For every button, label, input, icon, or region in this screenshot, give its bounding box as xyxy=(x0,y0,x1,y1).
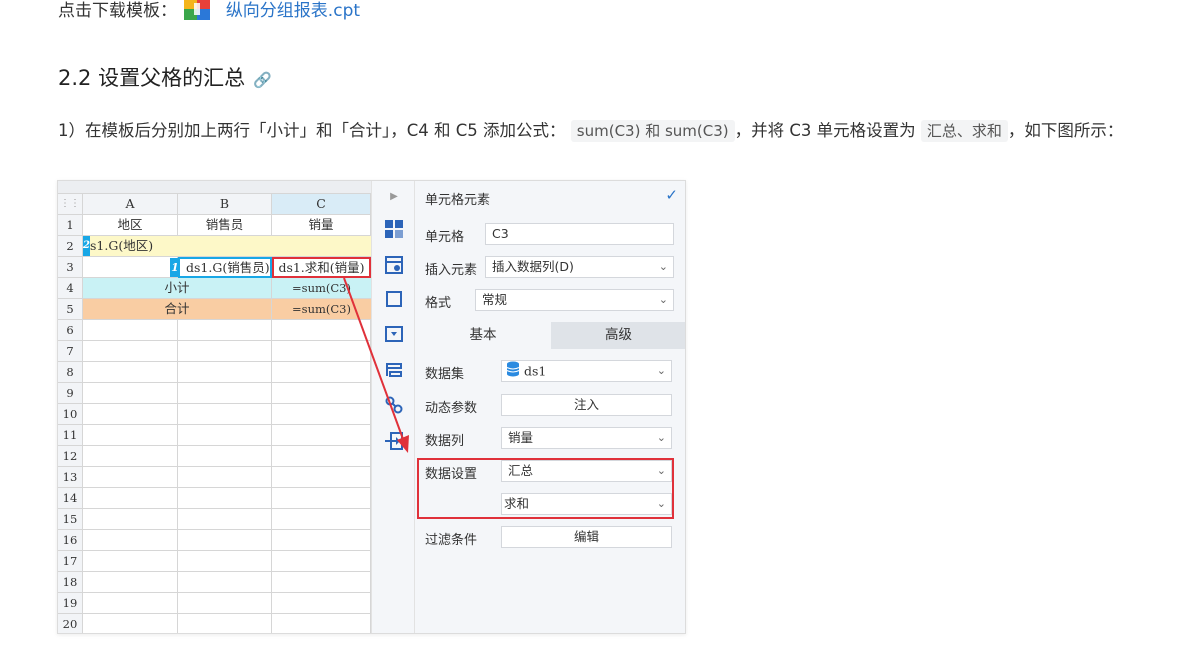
download-prefix: 点击下载模板： xyxy=(58,1,177,21)
instruction-paragraph: 1）在模板后分别加上两行「小计」和「合计」，C4 和 C5 添加公式： sum(… xyxy=(58,116,1158,146)
designer-screenshot: ⋮⋮ A B C 1 2 3 4 5 6 7 8 9 10 11 12 13 14 15 16 17 18 19 20… xyxy=(57,180,686,634)
anchor-link-icon[interactable]: 🔗 xyxy=(253,71,272,89)
section-heading: 2.2 设置父格的汇总 🔗 xyxy=(58,62,272,92)
para-text-3: ，如下图所示： xyxy=(1007,121,1124,140)
para-text-2: ，并将 C3 单元格设置为 xyxy=(734,121,916,140)
annotation-arrow xyxy=(343,277,409,453)
archive-file-icon xyxy=(184,0,211,20)
section-heading-text: 2.2 设置父格的汇总 xyxy=(58,66,246,90)
download-line: 点击下载模板： 纵向分组报表.cpt xyxy=(58,0,360,22)
inline-code-formula: sum(C3) 和 sum(C3) xyxy=(570,120,735,142)
inline-code-setting: 汇总、求和 xyxy=(920,120,1008,142)
download-file-link[interactable]: 纵向分组报表.cpt xyxy=(226,1,360,21)
para-text-1: 1）在模板后分别加上两行「小计」和「合计」，C4 和 C5 添加公式： xyxy=(58,121,566,140)
